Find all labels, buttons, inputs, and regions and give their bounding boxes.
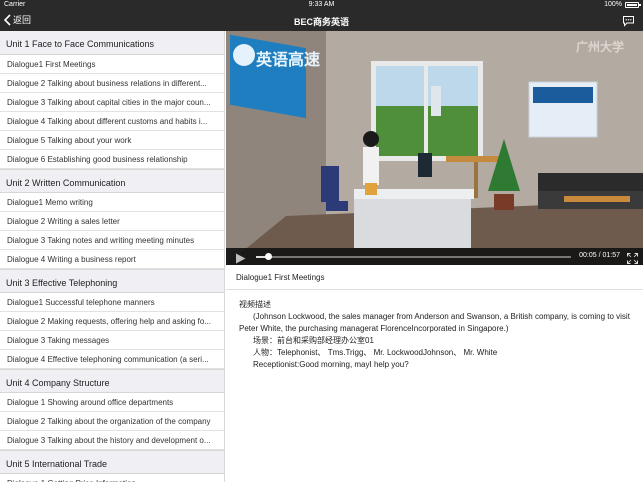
lesson-sidebar: Unit 1 Face to Face Communications Dialo…: [0, 31, 225, 482]
fullscreen-icon: [627, 253, 638, 264]
unit-header[interactable]: Unit 5 International Trade: [0, 450, 224, 474]
dialogue-item[interactable]: Dialogue 4 Writing a business report: [0, 250, 224, 269]
video-controls: 00:05 / 01:57: [226, 248, 643, 265]
unit-header[interactable]: Unit 2 Written Communication: [0, 169, 224, 193]
dialogue-item[interactable]: Dialogue 2 Making requests, offering hel…: [0, 312, 224, 331]
dialogue-item[interactable]: Dialogue 1 Showing around office departm…: [0, 393, 224, 412]
unit-header[interactable]: Unit 1 Face to Face Communications: [0, 31, 224, 55]
total-time: 01:57: [602, 252, 620, 259]
page-title: BEC商务英语: [293, 17, 349, 27]
dialogue-item[interactable]: Dialogue1 Successful telephone manners: [0, 293, 224, 312]
dialogue-item[interactable]: Dialogue 4 Effective telephoning communi…: [0, 350, 224, 369]
nav-bar: 返回 BEC商务英语: [0, 10, 643, 31]
time-readout: 00:05 / 01:57: [579, 252, 620, 259]
section-label: 视频描述: [239, 300, 271, 309]
current-time: 00:05: [579, 252, 597, 259]
unit-header[interactable]: Unit 4 Company Structure: [0, 369, 224, 393]
dialogue-item[interactable]: Dialogue 6 Establishing good business re…: [0, 150, 224, 169]
chat-button[interactable]: [622, 14, 635, 32]
progress-bar[interactable]: [256, 253, 571, 260]
dialogue-body: 视频描述 (Johnson Lockwood, the sales manage…: [226, 290, 643, 371]
video-watermark: 广州大学: [576, 39, 624, 54]
dialogue-line: Receptionist:Good morning, mayI help you…: [253, 360, 409, 369]
dialogue-item[interactable]: Dialogue 5 Talking about your work: [0, 131, 224, 150]
people-text: 人物：Telephonist、 Tms.Trigg、 Mr. LockwoodJ…: [253, 348, 498, 357]
video-frame-image: 英语高速 广州大学: [226, 31, 643, 265]
dialogue-item[interactable]: Dialogue 2 Writing a sales letter: [0, 212, 224, 231]
battery-area: 100%: [604, 1, 641, 8]
dialogue-content: Dialogue1 First Meetings 视频描述 (Johnson L…: [226, 265, 643, 482]
dialogue-item[interactable]: Dialogue 4 Talking about different custo…: [0, 112, 224, 131]
dialogue-item[interactable]: Dialogue1 Memo writing: [0, 193, 224, 212]
progress-knob[interactable]: [265, 253, 273, 260]
dialogue-item[interactable]: Dialogue 3 Talking about the history and…: [0, 431, 224, 450]
dialogue-title: Dialogue1 First Meetings: [226, 265, 643, 290]
video-description: (Johnson Lockwood, the sales manager fro…: [239, 312, 630, 333]
video-player[interactable]: 英语高速 广州大学: [226, 31, 643, 265]
dialogue-item[interactable]: Dialogue 3 Taking notes and writing meet…: [0, 231, 224, 250]
dialogue-item[interactable]: Dialogue 2 Talking about the organizatio…: [0, 412, 224, 431]
dialogue-item[interactable]: Dialogue 2 Talking about business relati…: [0, 74, 224, 93]
dialogue-item[interactable]: Dialogue1 First Meetings: [0, 55, 224, 74]
chat-bubble-icon: [623, 16, 634, 27]
battery-percent: 100%: [604, 1, 622, 8]
dialogue-item[interactable]: Dialogue 1 Getting Price Information: [0, 474, 224, 482]
scene-text: 场景：前台和采购部经理办公室01: [253, 336, 374, 345]
unit-header[interactable]: Unit 3 Effective Telephoning: [0, 269, 224, 293]
status-bar: Carrier 9:33 AM 100%: [0, 0, 643, 10]
dialogue-item[interactable]: Dialogue 3 Talking about capital cities …: [0, 93, 224, 112]
battery-icon: [625, 1, 641, 8]
video-logo-text: 英语高速: [255, 50, 320, 69]
play-icon: [236, 253, 246, 264]
dialogue-item[interactable]: Dialogue 3 Taking messages: [0, 331, 224, 350]
status-time: 9:33 AM: [308, 1, 335, 8]
